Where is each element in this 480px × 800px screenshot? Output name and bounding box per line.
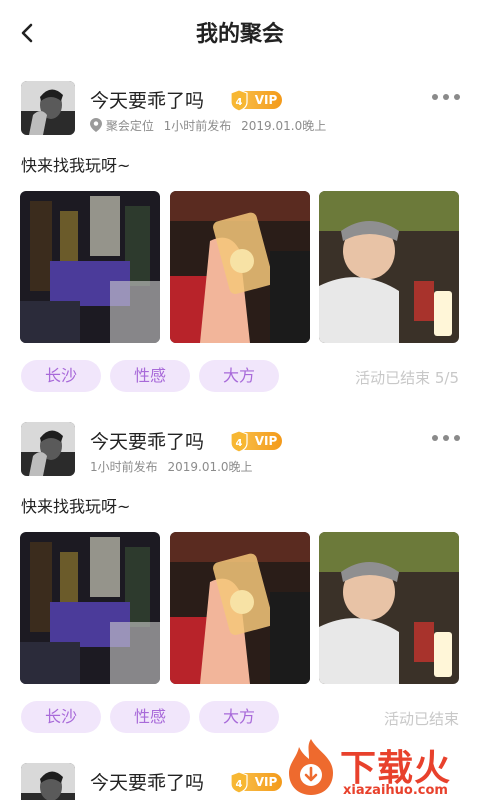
time-ago: 1小时前发布 [163, 119, 232, 133]
tag-generous[interactable]: 大方 [199, 360, 279, 392]
location-pin-icon [90, 118, 102, 132]
event-status: 活动已结束 5/5 [355, 369, 459, 387]
tag-city[interactable]: 长沙 [21, 360, 101, 392]
vip-level: 4 [236, 438, 243, 449]
avatar[interactable] [21, 763, 75, 800]
tag-generous[interactable]: 大方 [199, 701, 279, 733]
username: 今天要乖了吗 [90, 431, 205, 453]
event-date: 2019.01.0晚上 [241, 119, 327, 133]
username: 今天要乖了吗 [90, 90, 205, 112]
post-text: 快来找我玩呀~ [21, 497, 131, 516]
more-options-icon[interactable] [430, 92, 460, 102]
more-options-icon[interactable] [430, 433, 460, 443]
tag-sexy[interactable]: 性感 [110, 701, 190, 733]
vip-level: 4 [236, 779, 243, 790]
vip-label: VIP [255, 93, 278, 107]
vip-badge-icon: 4 VIP [230, 430, 282, 453]
tag-city[interactable]: 长沙 [21, 701, 101, 733]
post-text: 快来找我玩呀~ [21, 156, 131, 175]
page-title: 我的聚会 [195, 22, 284, 47]
photo-bottles[interactable] [20, 191, 160, 343]
vip-label: VIP [255, 434, 278, 448]
flame-logo-icon [289, 739, 333, 795]
tag-sexy[interactable]: 性感 [110, 360, 190, 392]
vip-badge-icon: 4 VIP [230, 771, 282, 794]
photo-cocktail[interactable] [170, 191, 310, 343]
watermark-url: xiazaihuo.com [343, 783, 448, 798]
location-label[interactable]: 聚会定位 [106, 119, 154, 133]
watermark-logo: 下载火 xiazaihuo.com [283, 737, 478, 800]
photo-bottles[interactable] [20, 532, 160, 684]
post-meta: 1小时前发布 2019.01.0晚上 [90, 458, 259, 475]
avatar[interactable] [21, 81, 75, 135]
username: 今天要乖了吗 [90, 772, 205, 794]
photo-cocktail[interactable] [170, 532, 310, 684]
post-meta: 聚会定位 1小时前发布 2019.01.0晚上 [90, 117, 332, 134]
vip-badge-icon: 4 VIP [230, 89, 282, 112]
time-ago: 1小时前发布 [90, 460, 158, 474]
vip-label: VIP [255, 775, 278, 789]
header-bar: 我的聚会 [0, 0, 480, 64]
photo-woman[interactable] [319, 191, 459, 343]
photo-woman[interactable] [319, 532, 459, 684]
vip-level: 4 [236, 97, 243, 108]
event-status: 活动已结束 [383, 710, 459, 728]
event-date: 2019.01.0晚上 [167, 460, 253, 474]
avatar[interactable] [21, 422, 75, 476]
